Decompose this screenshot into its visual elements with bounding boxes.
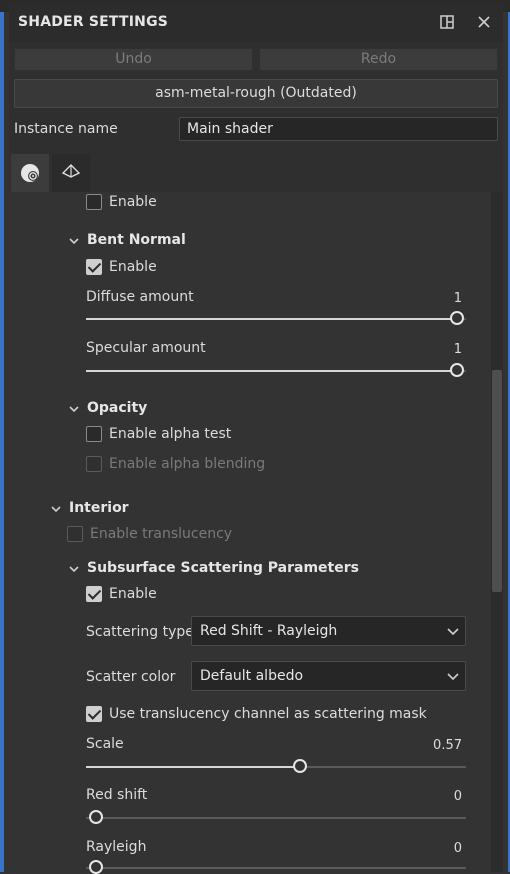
alpha-test-checkbox[interactable] xyxy=(86,426,102,442)
tab-geometry[interactable] xyxy=(52,154,90,192)
geometry-icon xyxy=(61,164,81,178)
diffuse-amount-handle[interactable] xyxy=(450,311,464,325)
scattering-type-dropdown[interactable]: Red Shift - Rayleigh xyxy=(191,616,466,646)
scale-handle[interactable] xyxy=(293,759,307,773)
scatter-color-label: Scatter color xyxy=(86,669,176,685)
shader-preset-button[interactable]: asm-metal-rough (Outdated) xyxy=(14,79,498,108)
diffuse-amount-fill xyxy=(86,318,457,320)
scale-fill xyxy=(86,766,300,768)
close-icon[interactable] xyxy=(474,12,494,32)
panel-title: SHADER SETTINGS xyxy=(18,14,169,30)
material-sphere-icon xyxy=(21,164,39,182)
specular-amount-value: 1 xyxy=(453,342,462,357)
red-shift-handle[interactable] xyxy=(89,810,103,824)
rayleigh-label: Rayleigh xyxy=(86,839,147,855)
scale-value: 0.57 xyxy=(433,738,462,753)
sss-enable-checkbox[interactable] xyxy=(86,586,102,602)
tab-material[interactable] xyxy=(11,154,49,192)
specular-amount-label: Specular amount xyxy=(86,340,206,356)
bent-normal-title[interactable]: Bent Normal xyxy=(87,232,186,248)
alpha-blending-label: Enable alpha blending xyxy=(109,456,266,472)
instance-name-input[interactable]: Main shader xyxy=(179,117,498,141)
red-shift-track[interactable] xyxy=(86,817,466,819)
alpha-blending-checkbox xyxy=(86,456,102,472)
scattering-type-label: Scattering type xyxy=(86,624,194,640)
chevron-down-icon[interactable] xyxy=(68,235,80,247)
alpha-test-label: Enable alpha test xyxy=(109,426,232,442)
scattering-mask-label: Use translucency channel as scattering m… xyxy=(109,706,427,722)
redo-button[interactable]: Redo xyxy=(259,48,498,71)
translucency-checkbox xyxy=(67,526,83,542)
chevron-down-icon[interactable] xyxy=(68,403,80,415)
red-shift-label: Red shift xyxy=(86,787,148,803)
rayleigh-value: 0 xyxy=(453,841,462,856)
undo-button[interactable]: Undo xyxy=(14,48,253,71)
sss-title[interactable]: Subsurface Scattering Parameters xyxy=(87,560,359,576)
dock-icon[interactable] xyxy=(437,12,457,32)
bent-normal-enable-checkbox[interactable] xyxy=(86,259,102,275)
window-border-left xyxy=(0,12,4,872)
chevron-down-icon xyxy=(446,624,460,638)
sss-enable-label: Enable xyxy=(109,586,157,602)
chevron-down-icon xyxy=(446,669,460,683)
scrollbar-thumb[interactable] xyxy=(492,370,502,592)
diffuse-amount-value: 1 xyxy=(453,291,462,306)
specular-amount-fill xyxy=(86,370,457,372)
translucency-label: Enable translucency xyxy=(90,526,233,542)
rayleigh-track[interactable] xyxy=(86,867,466,869)
specular-amount-handle[interactable] xyxy=(450,363,464,377)
top-enable-checkbox[interactable] xyxy=(86,194,102,210)
scatter-color-dropdown[interactable]: Default albedo xyxy=(191,661,466,691)
diffuse-amount-label: Diffuse amount xyxy=(86,289,194,305)
scattering-mask-checkbox[interactable] xyxy=(86,706,102,722)
red-shift-value: 0 xyxy=(453,789,462,804)
chevron-down-icon[interactable] xyxy=(50,503,62,515)
bent-normal-enable-label: Enable xyxy=(109,259,157,275)
opacity-title[interactable]: Opacity xyxy=(87,400,147,416)
top-enable-label: Enable xyxy=(109,194,157,210)
instance-name-label: Instance name xyxy=(14,121,118,137)
scale-label: Scale xyxy=(86,736,124,752)
interior-title[interactable]: Interior xyxy=(69,500,129,516)
chevron-down-icon[interactable] xyxy=(68,563,80,575)
